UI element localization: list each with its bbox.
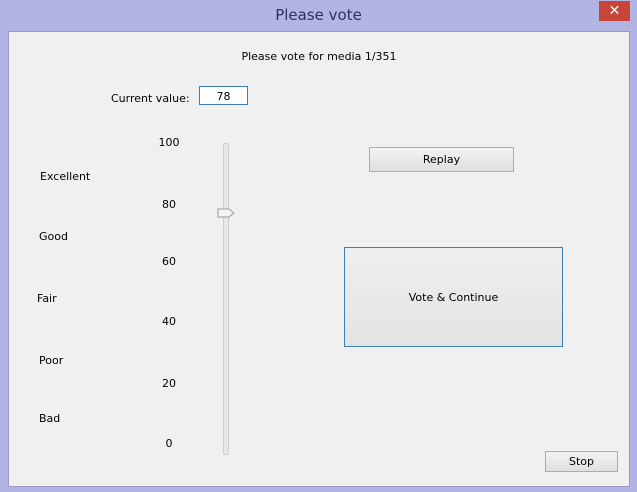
stop-button[interactable]: Stop: [545, 451, 618, 472]
tick-label-40: 40: [162, 315, 176, 328]
media-label: Please vote for media 1/351: [241, 50, 397, 63]
title-bar: Please vote ✕: [0, 0, 637, 30]
close-icon[interactable]: ✕: [599, 1, 630, 21]
rating-slider-thumb[interactable]: [217, 208, 235, 218]
window-title: Please vote: [275, 6, 362, 24]
current-value-label: Current value:: [111, 92, 190, 105]
quality-label-excellent: Excellent: [40, 170, 91, 183]
vote-continue-button[interactable]: Vote & Continue: [344, 247, 563, 347]
tick-label-0: 0: [165, 437, 173, 450]
quality-label-fair: Fair: [37, 292, 57, 305]
vote-panel: Please vote for media 1/351 Current valu…: [8, 31, 630, 487]
replay-button[interactable]: Replay: [369, 147, 514, 172]
tick-label-60: 60: [162, 255, 176, 268]
current-value-field[interactable]: 78: [199, 86, 248, 105]
tick-label-20: 20: [162, 377, 176, 390]
quality-label-poor: Poor: [39, 354, 64, 367]
tick-label-100: 100: [158, 136, 180, 149]
quality-label-bad: Bad: [39, 412, 61, 425]
quality-label-good: Good: [39, 230, 68, 243]
tick-label-80: 80: [162, 198, 176, 211]
rating-slider-track[interactable]: [223, 143, 229, 455]
